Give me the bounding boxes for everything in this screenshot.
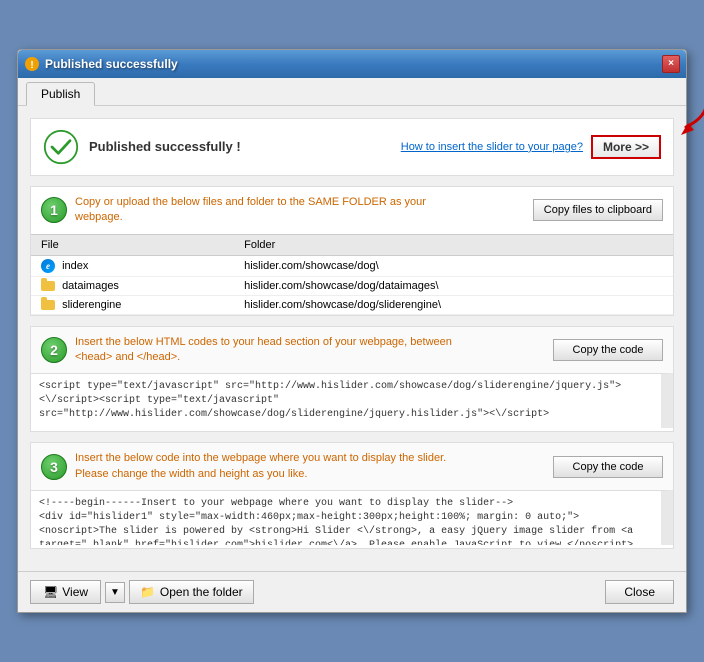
view-dropdown-button[interactable]: ▼	[105, 582, 125, 603]
step3-section: 3 Insert the below code into the webpage…	[30, 442, 674, 549]
content-area: Published successfully ! How to insert t…	[18, 106, 686, 571]
step3-code-area[interactable]	[31, 490, 673, 545]
window-title: Published successfully	[45, 57, 178, 71]
file-cell: index	[31, 255, 234, 276]
success-title: Published successfully !	[89, 139, 241, 154]
step1-header-left: 1 Copy or upload the below files and fol…	[41, 195, 455, 226]
file-cell: sliderengine	[31, 295, 234, 314]
folder-icon	[41, 300, 55, 310]
file-name: index	[62, 260, 88, 272]
title-bar-left: ! Published successfully	[24, 56, 178, 72]
table-row: sliderengine hislider.com/showcase/dog/s…	[31, 295, 673, 314]
success-left: Published successfully !	[43, 129, 241, 165]
more-button[interactable]: More >>	[591, 135, 661, 159]
success-right: How to insert the slider to your page? M…	[401, 135, 661, 159]
view-icon: 🖥	[43, 585, 58, 599]
how-to-link[interactable]: How to insert the slider to your page?	[401, 141, 583, 153]
open-folder-button[interactable]: 📁 Open the folder	[129, 580, 254, 604]
tab-publish[interactable]: Publish	[26, 82, 95, 106]
bottom-left: 🖥 View ▼ 📁 Open the folder	[30, 580, 254, 604]
main-window: ! Published successfully × Publish Publi…	[17, 49, 687, 613]
view-button[interactable]: 🖥 View	[30, 580, 101, 604]
title-bar: ! Published successfully ×	[18, 50, 686, 78]
more-btn-wrap: More >>	[591, 135, 661, 159]
file-name: sliderengine	[62, 299, 121, 311]
folder-cell: hislider.com/showcase/dog\	[234, 255, 673, 276]
step1-number: 1	[41, 197, 67, 223]
col-file-header: File	[31, 234, 234, 255]
file-cell: dataimages	[31, 276, 234, 295]
step2-code-area[interactable]	[31, 373, 673, 428]
files-table: File Folder index hislider.com/showcase/…	[31, 234, 673, 315]
folder-icon	[41, 281, 55, 291]
step2-header-left: 2 Insert the below HTML codes to your he…	[41, 335, 455, 366]
step3-header: 3 Insert the below code into the webpage…	[31, 443, 673, 490]
success-section: Published successfully ! How to insert t…	[30, 118, 674, 176]
table-row: index hislider.com/showcase/dog\	[31, 255, 673, 276]
copy-code-button-2[interactable]: Copy the code	[553, 339, 663, 361]
folder-icon: 📁	[140, 585, 155, 599]
step2-number: 2	[41, 337, 67, 363]
copy-files-button[interactable]: Copy files to clipboard	[533, 199, 663, 221]
open-folder-label: Open the folder	[160, 585, 243, 599]
col-folder-header: Folder	[234, 234, 673, 255]
svg-text:!: !	[30, 60, 33, 71]
window-icon: !	[24, 56, 40, 72]
step1-header: 1 Copy or upload the below files and fol…	[31, 187, 673, 234]
bottom-bar: 🖥 View ▼ 📁 Open the folder Close	[18, 571, 686, 612]
step2-header: 2 Insert the below HTML codes to your he…	[31, 327, 673, 374]
step2-description: Insert the below HTML codes to your head…	[75, 335, 455, 366]
success-check-icon	[43, 129, 79, 165]
step3-description: Insert the below code into the webpage w…	[75, 451, 455, 482]
step2-section: 2 Insert the below HTML codes to your he…	[30, 326, 674, 433]
step1-description: Copy or upload the below files and folde…	[75, 195, 455, 226]
step3-number: 3	[41, 454, 67, 480]
folder-cell: hislider.com/showcase/dog/sliderengine\	[234, 295, 673, 314]
copy-code-button-3[interactable]: Copy the code	[553, 456, 663, 478]
tab-bar: Publish	[18, 78, 686, 106]
close-dialog-button[interactable]: Close	[605, 580, 674, 604]
step3-header-left: 3 Insert the below code into the webpage…	[41, 451, 455, 482]
file-name: dataimages	[62, 280, 119, 292]
step1-section: 1 Copy or upload the below files and fol…	[30, 186, 674, 316]
table-row: dataimages hislider.com/showcase/dog/dat…	[31, 276, 673, 295]
ie-icon	[41, 259, 55, 273]
close-window-button[interactable]: ×	[662, 55, 680, 73]
view-label: View	[62, 585, 88, 599]
folder-cell: hislider.com/showcase/dog/dataimages\	[234, 276, 673, 295]
